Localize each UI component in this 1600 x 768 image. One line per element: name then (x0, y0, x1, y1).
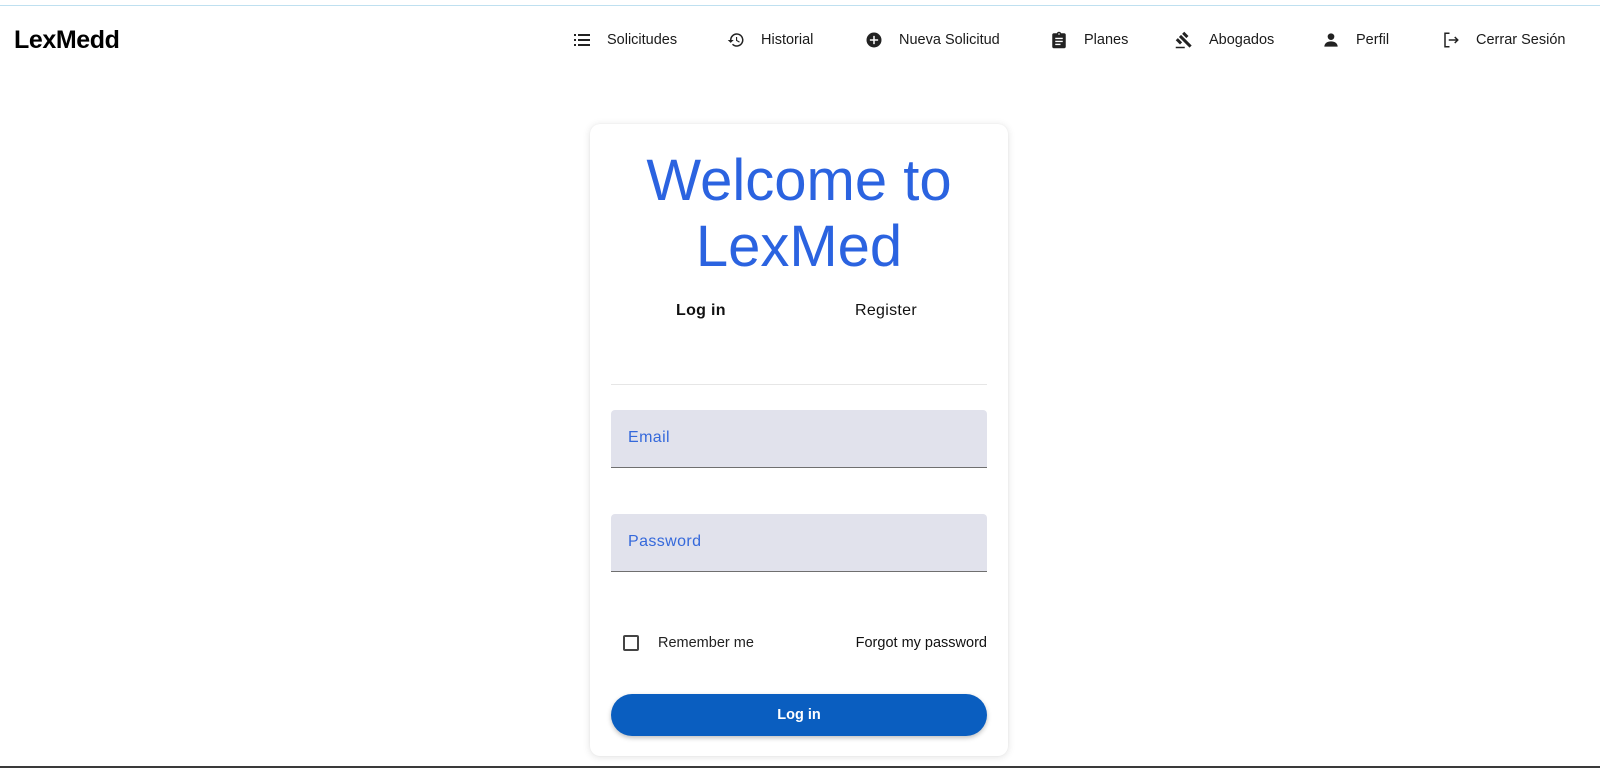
nav-label-nueva-solicitud: Nueva Solicitud (899, 32, 1000, 48)
tab-register[interactable]: Register (855, 302, 917, 328)
nav-item-planes[interactable]: Planes (1050, 28, 1128, 52)
nav-label-perfil: Perfil (1356, 32, 1390, 48)
password-field[interactable]: Password (611, 514, 987, 572)
nav-label-solicitudes: Solicitudes (607, 32, 678, 48)
password-placeholder: Password (628, 533, 702, 550)
email-placeholder: Email (628, 429, 671, 446)
nav-item-abogados[interactable]: Abogados (1175, 28, 1274, 52)
login-submit-button[interactable]: Log in (611, 694, 987, 736)
welcome-title-line-1: Welcome to (646, 148, 952, 213)
person-icon (1322, 31, 1340, 49)
brand-logo[interactable]: LexMedd (14, 26, 120, 55)
nav-item-cerrar-sesion[interactable]: Cerrar Sesión (1442, 28, 1565, 52)
login-card: Welcome to LexMed Log in Register Email … (590, 124, 1008, 756)
nav-item-solicitudes[interactable]: Solicitudes (573, 28, 677, 52)
nav-item-nueva-solicitud[interactable]: Nueva Solicitud (865, 28, 1000, 52)
nav-label-planes: Planes (1084, 32, 1129, 48)
nav-label-cerrar-sesion: Cerrar Sesión (1476, 32, 1566, 48)
clipboard-icon (1050, 31, 1068, 49)
nav-label-abogados: Abogados (1209, 32, 1275, 48)
logout-icon (1442, 31, 1460, 49)
forgot-password-link[interactable]: Forgot my password (856, 635, 987, 651)
welcome-title: Welcome to LexMed (590, 148, 1008, 280)
nav-label-historial: Historial (761, 32, 814, 48)
remember-row: Remember me Forgot my password (611, 629, 987, 659)
history-icon (727, 31, 745, 49)
nav-item-historial[interactable]: Historial (727, 28, 813, 52)
tab-login[interactable]: Log in (676, 302, 726, 328)
welcome-title-line-2: LexMed (695, 214, 903, 279)
remember-me-checkbox[interactable] (623, 635, 639, 651)
list-icon (573, 31, 591, 49)
top-navbar: LexMedd Solicitudes Historial Nueva Soli… (0, 6, 1600, 74)
tab-divider (611, 384, 987, 385)
add-circle-icon (865, 31, 883, 49)
nav-item-perfil[interactable]: Perfil (1322, 28, 1389, 52)
gavel-icon (1175, 31, 1193, 49)
remember-me-label[interactable]: Remember me (658, 635, 754, 651)
email-field[interactable]: Email (611, 410, 987, 468)
